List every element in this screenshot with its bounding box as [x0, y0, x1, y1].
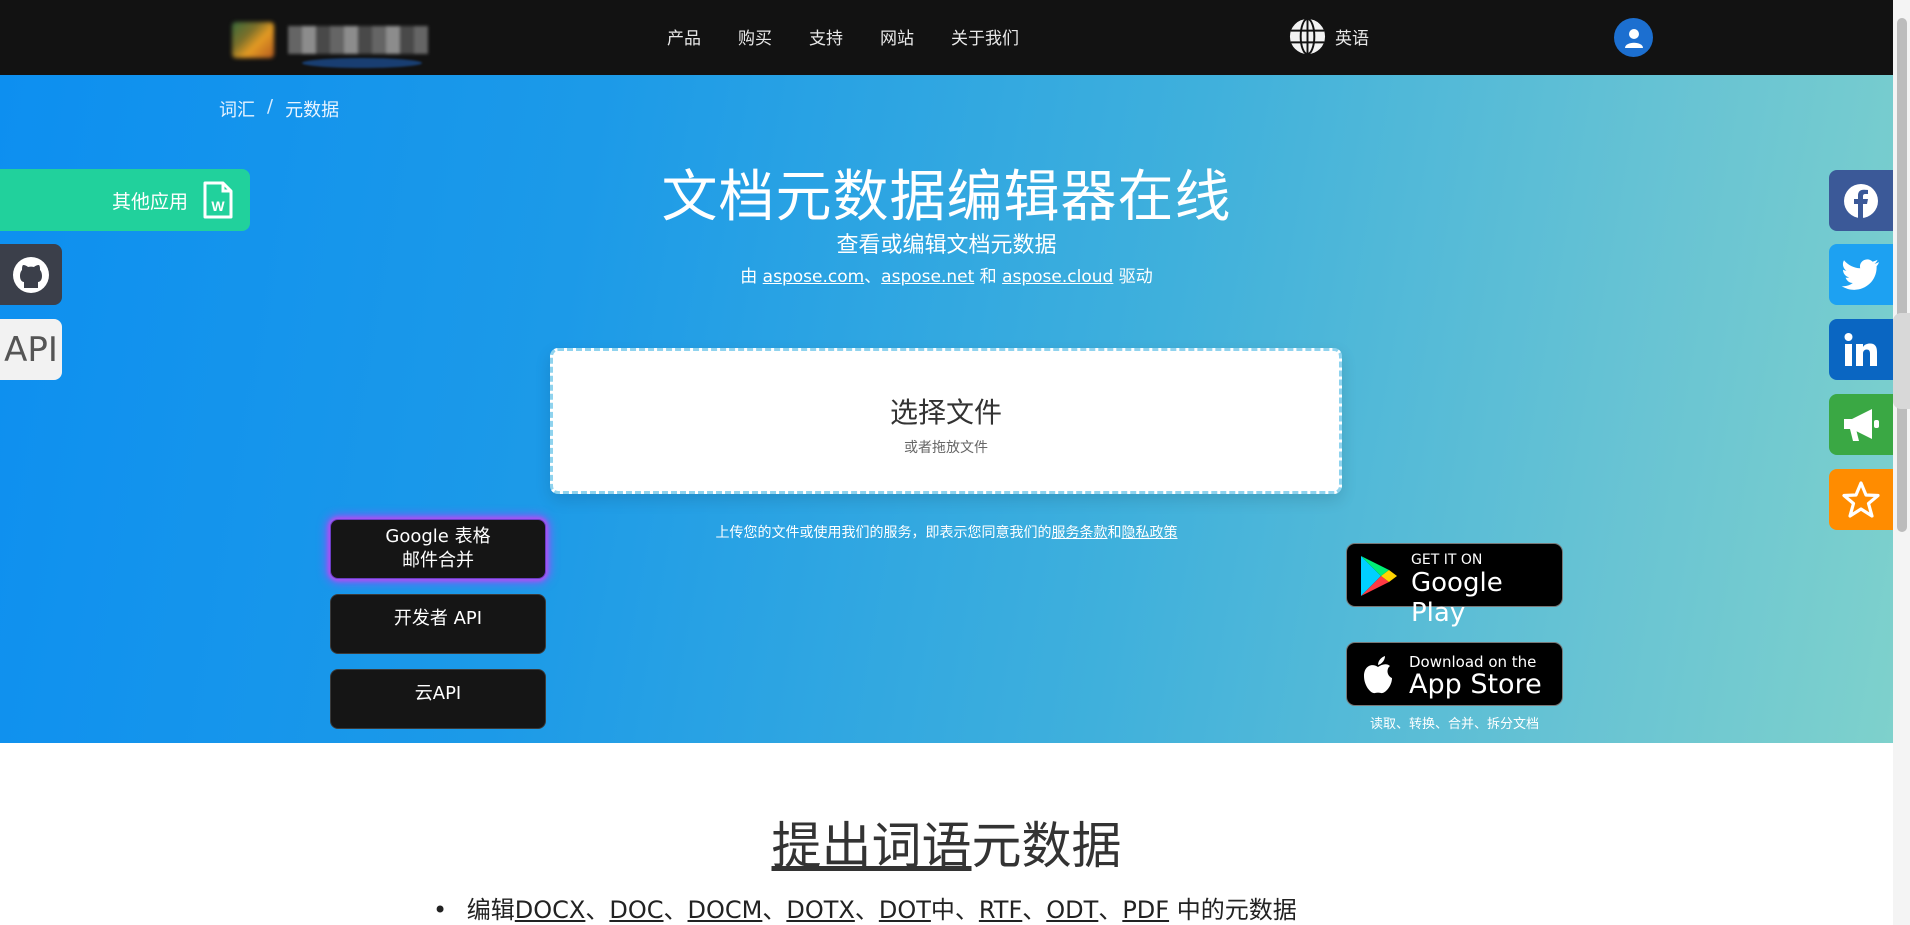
privacy-policy-link[interactable]: 隐私政策	[1122, 525, 1178, 541]
globe-icon	[1289, 17, 1326, 56]
api-button[interactable]: API	[0, 319, 62, 380]
terms-notice: 上传您的文件或使用我们的服务，即表示您同意我们的服务条款和隐私政策	[0, 522, 1893, 542]
nav-products[interactable]: 产品	[667, 24, 701, 49]
google-play-badge[interactable]: GET IT ON Google Play	[1346, 543, 1563, 628]
feature-list: 编辑DOCX、DOC、DOCM、DOTX、DOT中、RTF、ODT、PDF 中的…	[433, 890, 1297, 925]
format-link-pdf[interactable]: PDF	[1122, 896, 1169, 924]
nav-about[interactable]: 关于我们	[951, 24, 1019, 49]
google-sheets-label: Google 表格	[385, 525, 491, 547]
choose-file-label[interactable]: 选择文件	[553, 391, 1339, 431]
side-panel-grip[interactable]	[1893, 313, 1910, 409]
app-store-badge[interactable]: Download on the App Store	[1346, 642, 1563, 706]
app-caption: 读取、转换、合并、拆分文档	[1369, 717, 1539, 732]
breadcrumb: 词汇 / 元数据	[219, 96, 339, 122]
top-navbar: 产品 购买 支持 网站 关于我们 英语	[0, 0, 1893, 75]
user-account-button[interactable]	[1614, 18, 1653, 57]
linkedin-share-button[interactable]	[1829, 319, 1893, 380]
language-selector[interactable]: 英语	[1288, 17, 1369, 56]
brand-logo[interactable]	[232, 18, 432, 68]
developer-api-button[interactable]: 开发者 API	[330, 594, 546, 654]
main-nav: 产品 购买 支持 网站 关于我们	[667, 24, 1056, 49]
powered-suffix: 驱动	[1118, 267, 1153, 287]
hero-section: 词汇 / 元数据 文档元数据编辑器在线 查看或编辑文档元数据 由 aspose.…	[0, 75, 1893, 743]
link-aspose-cloud[interactable]: aspose.cloud	[1002, 267, 1113, 287]
developer-api-label: 开发者 API	[393, 607, 483, 629]
twitter-icon	[1841, 258, 1879, 290]
format-link-odt[interactable]: ODT	[1046, 896, 1098, 924]
language-label: 英语	[1335, 29, 1369, 49]
other-apps-button[interactable]: 其他应用 W	[0, 169, 250, 231]
google-play-icon	[1361, 556, 1397, 596]
format-link-docm[interactable]: DOCM	[688, 896, 763, 924]
section-title-rest: 元数据	[971, 817, 1122, 875]
announcement-button[interactable]	[1829, 394, 1893, 455]
drop-file-hint: 或者拖放文件	[904, 440, 988, 456]
feature-mid: 中、	[930, 896, 979, 924]
nav-website[interactable]: 网站	[880, 24, 914, 49]
format-link-rtf[interactable]: RTF	[979, 896, 1022, 924]
powered-by: 由 aspose.com、aspose.net 和 aspose.cloud 驱…	[0, 262, 1893, 287]
github-icon	[13, 256, 49, 293]
user-icon	[1624, 28, 1643, 48]
format-link-docx[interactable]: DOCX	[515, 896, 586, 924]
cloud-api-button[interactable]: 云API	[330, 669, 546, 729]
format-link-doc[interactable]: DOC	[609, 896, 663, 924]
google-play-small-text: GET IT ON	[1411, 552, 1483, 568]
section-title: 提出词语元数据	[0, 806, 1893, 878]
breadcrumb-vocabulary[interactable]: 词汇	[219, 96, 255, 122]
page-title: 文档元数据编辑器在线	[661, 165, 1232, 230]
google-play-big-text: Google Play	[1411, 568, 1503, 628]
powered-and: 和	[979, 267, 997, 287]
svg-text:W: W	[211, 198, 225, 214]
terms-and: 和	[1107, 525, 1122, 541]
nav-support[interactable]: 支持	[809, 24, 843, 49]
scrollbar-thumb[interactable]	[1897, 18, 1907, 532]
powered-prefix: 由	[740, 267, 758, 287]
file-dropzone[interactable]: 选择文件 或者拖放文件	[550, 348, 1342, 494]
feature-suffix: 中的元数据	[1169, 896, 1297, 924]
breadcrumb-separator: /	[267, 96, 274, 117]
link-aspose-net[interactable]: aspose.net	[881, 267, 974, 287]
word-document-icon: W	[203, 181, 233, 219]
other-apps-label: 其他应用	[111, 190, 188, 213]
facebook-share-button[interactable]	[1829, 170, 1893, 231]
page-subtitle: 查看或编辑文档元数据	[836, 233, 1057, 258]
megaphone-icon	[1844, 408, 1879, 441]
apple-icon	[1364, 656, 1392, 694]
terms-of-service-link[interactable]: 服务条款	[1052, 525, 1108, 541]
github-button[interactable]	[0, 244, 62, 305]
google-sheets-mail-merge-button[interactable]: Google 表格 邮件合并	[330, 519, 546, 579]
feature-prefix: 编辑	[466, 896, 515, 924]
format-link-dot[interactable]: DOT	[879, 896, 931, 924]
cloud-api-label: 云API	[414, 682, 462, 704]
feature-item: 编辑DOCX、DOC、DOCM、DOTX、DOT中、RTF、ODT、PDF 中的…	[433, 890, 1297, 925]
linkedin-icon	[1844, 332, 1877, 366]
section-title-underlined: 提出词语	[771, 817, 972, 875]
facebook-icon	[1844, 183, 1878, 218]
breadcrumb-current: 元数据	[285, 100, 340, 121]
terms-prefix: 上传您的文件或使用我们的服务，即表示您同意我们的	[715, 525, 1052, 541]
nav-buy[interactable]: 购买	[738, 24, 772, 49]
favorite-button[interactable]	[1829, 469, 1893, 530]
star-icon	[1842, 480, 1880, 518]
api-label: API	[4, 329, 58, 370]
link-aspose-com[interactable]: aspose.com	[763, 267, 865, 287]
format-link-dotx[interactable]: DOTX	[786, 896, 854, 924]
twitter-share-button[interactable]	[1829, 244, 1893, 305]
mail-merge-label: 邮件合并	[402, 550, 474, 571]
app-store-big-text: App Store	[1409, 669, 1542, 700]
powered-sep: 、	[864, 267, 882, 287]
